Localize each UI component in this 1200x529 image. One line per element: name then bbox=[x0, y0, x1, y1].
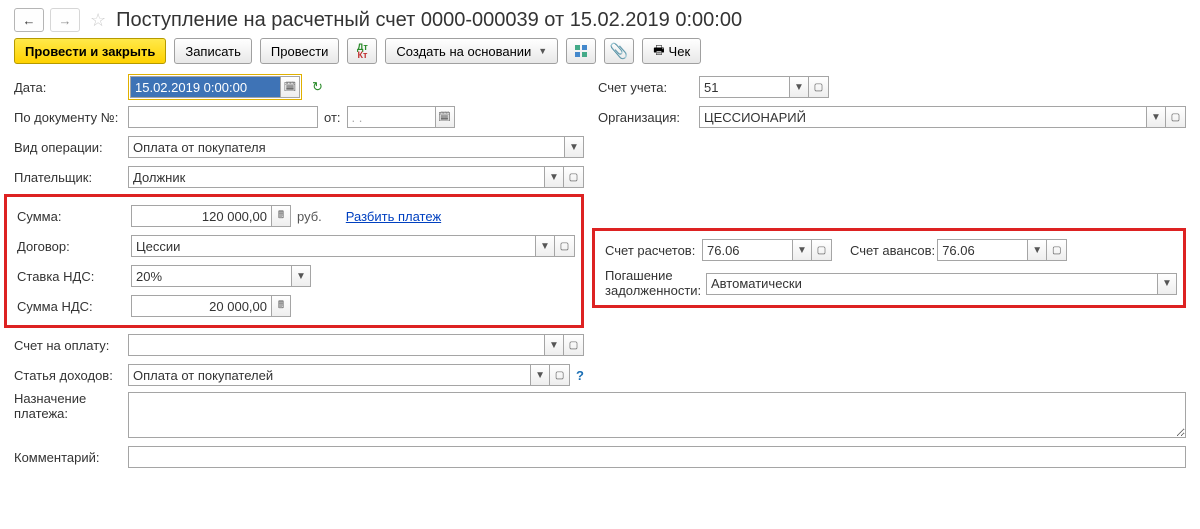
paperclip-icon: 📎 bbox=[610, 42, 629, 60]
post-and-close-button[interactable]: Провести и закрыть bbox=[14, 38, 166, 64]
dtkt-button[interactable]: ДтКт bbox=[347, 38, 377, 64]
income-article-input[interactable]: Оплата от покупателей bbox=[128, 364, 530, 386]
contract-input[interactable]: Цессии bbox=[131, 235, 535, 257]
open-icon[interactable]: ▢ bbox=[564, 334, 584, 356]
calendar-icon[interactable]: 🗓 bbox=[280, 76, 300, 98]
calendar-icon[interactable]: 🗓 bbox=[435, 106, 455, 128]
chevron-down-icon[interactable]: ▼ bbox=[291, 265, 311, 287]
operation-type-label: Вид операции: bbox=[14, 140, 122, 155]
comment-label: Комментарий: bbox=[14, 450, 122, 465]
date-input[interactable]: 15.02.2019 0:00:00 bbox=[130, 76, 280, 98]
open-icon[interactable]: ▢ bbox=[550, 364, 570, 386]
open-icon[interactable]: ▢ bbox=[809, 76, 829, 98]
help-icon[interactable]: ? bbox=[576, 368, 584, 383]
contract-label: Договор: bbox=[17, 239, 125, 254]
purpose-label: Назначение платежа: bbox=[14, 392, 122, 422]
chevron-down-icon[interactable]: ▼ bbox=[792, 239, 812, 261]
account-settlements-input[interactable]: 76.06 bbox=[702, 239, 792, 261]
open-icon[interactable]: ▢ bbox=[1047, 239, 1067, 261]
account-settlements-label: Счет расчетов: bbox=[605, 243, 700, 258]
account-ledger-label: Счет учета: bbox=[598, 80, 693, 95]
calculator-icon[interactable]: 🖩 bbox=[271, 205, 291, 227]
comment-input[interactable] bbox=[128, 446, 1186, 468]
sum-label: Сумма: bbox=[17, 209, 125, 224]
dtkt-icon: ДтКт bbox=[357, 43, 368, 59]
vat-sum-input[interactable]: 20 000,00 bbox=[131, 295, 271, 317]
page-title: Поступление на расчетный счет 0000-00003… bbox=[116, 9, 742, 32]
structure-icon bbox=[574, 44, 588, 58]
open-icon[interactable]: ▢ bbox=[812, 239, 832, 261]
invoice-label: Счет на оплату: bbox=[14, 338, 122, 353]
printer-icon: 🖶 bbox=[653, 41, 664, 62]
doc-no-label: По документу №: bbox=[14, 110, 122, 125]
currency-label: руб. bbox=[297, 209, 322, 224]
check-button[interactable]: 🖶 Чек bbox=[642, 38, 701, 64]
save-button[interactable]: Записать bbox=[174, 38, 252, 64]
doc-no-input[interactable] bbox=[128, 106, 318, 128]
chevron-down-icon[interactable]: ▼ bbox=[1146, 106, 1166, 128]
chevron-down-icon[interactable]: ▼ bbox=[564, 136, 584, 158]
date-label: Дата: bbox=[14, 80, 122, 95]
sum-input[interactable]: 120 000,00 bbox=[131, 205, 271, 227]
operation-type-input[interactable]: Оплата от покупателя bbox=[128, 136, 564, 158]
account-advances-input[interactable]: 76.06 bbox=[937, 239, 1027, 261]
nav-forward-button[interactable]: → bbox=[50, 8, 80, 32]
open-icon[interactable]: ▢ bbox=[555, 235, 575, 257]
open-icon[interactable]: ▢ bbox=[1166, 106, 1186, 128]
chevron-down-icon[interactable]: ▼ bbox=[544, 166, 564, 188]
nav-back-button[interactable]: ← bbox=[14, 8, 44, 32]
income-article-label: Статья доходов: bbox=[14, 368, 122, 383]
chevron-down-icon[interactable]: ▼ bbox=[789, 76, 809, 98]
open-icon[interactable]: ▢ bbox=[564, 166, 584, 188]
purpose-textarea[interactable] bbox=[128, 392, 1186, 438]
account-advances-label: Счет авансов: bbox=[850, 243, 935, 258]
chevron-down-icon[interactable]: ▼ bbox=[544, 334, 564, 356]
chevron-down-icon[interactable]: ▼ bbox=[535, 235, 555, 257]
debt-repayment-input[interactable]: Автоматически bbox=[706, 273, 1157, 295]
organization-label: Организация: bbox=[598, 110, 693, 125]
doc-from-input[interactable]: . . bbox=[347, 106, 435, 128]
chevron-down-icon[interactable]: ▼ bbox=[1027, 239, 1047, 261]
chevron-down-icon[interactable]: ▼ bbox=[1157, 273, 1177, 295]
split-payment-link[interactable]: Разбить платеж bbox=[346, 209, 441, 224]
chevron-down-icon[interactable]: ▼ bbox=[530, 364, 550, 386]
attach-button[interactable]: 📎 bbox=[604, 38, 634, 64]
from-label: от: bbox=[324, 110, 341, 125]
vat-sum-label: Сумма НДС: bbox=[17, 299, 125, 314]
calculator-icon[interactable]: 🖩 bbox=[271, 295, 291, 317]
invoice-input[interactable] bbox=[128, 334, 544, 356]
debt-repayment-label: Погашение задолженности: bbox=[605, 269, 700, 299]
payer-input[interactable]: Должник bbox=[128, 166, 544, 188]
create-based-on-button[interactable]: Создать на основании ▼ bbox=[385, 38, 558, 64]
post-button[interactable]: Провести bbox=[260, 38, 340, 64]
account-ledger-input[interactable]: 51 bbox=[699, 76, 789, 98]
structure-button[interactable] bbox=[566, 38, 596, 64]
vat-rate-input[interactable]: 20% bbox=[131, 265, 291, 287]
vat-rate-label: Ставка НДС: bbox=[17, 269, 125, 284]
refresh-date-icon[interactable]: ↻ bbox=[312, 79, 323, 95]
favorite-star-icon[interactable]: ☆ bbox=[90, 10, 106, 31]
organization-input[interactable]: ЦЕССИОНАРИЙ bbox=[699, 106, 1146, 128]
chevron-down-icon: ▼ bbox=[538, 46, 547, 56]
payer-label: Плательщик: bbox=[14, 170, 122, 185]
